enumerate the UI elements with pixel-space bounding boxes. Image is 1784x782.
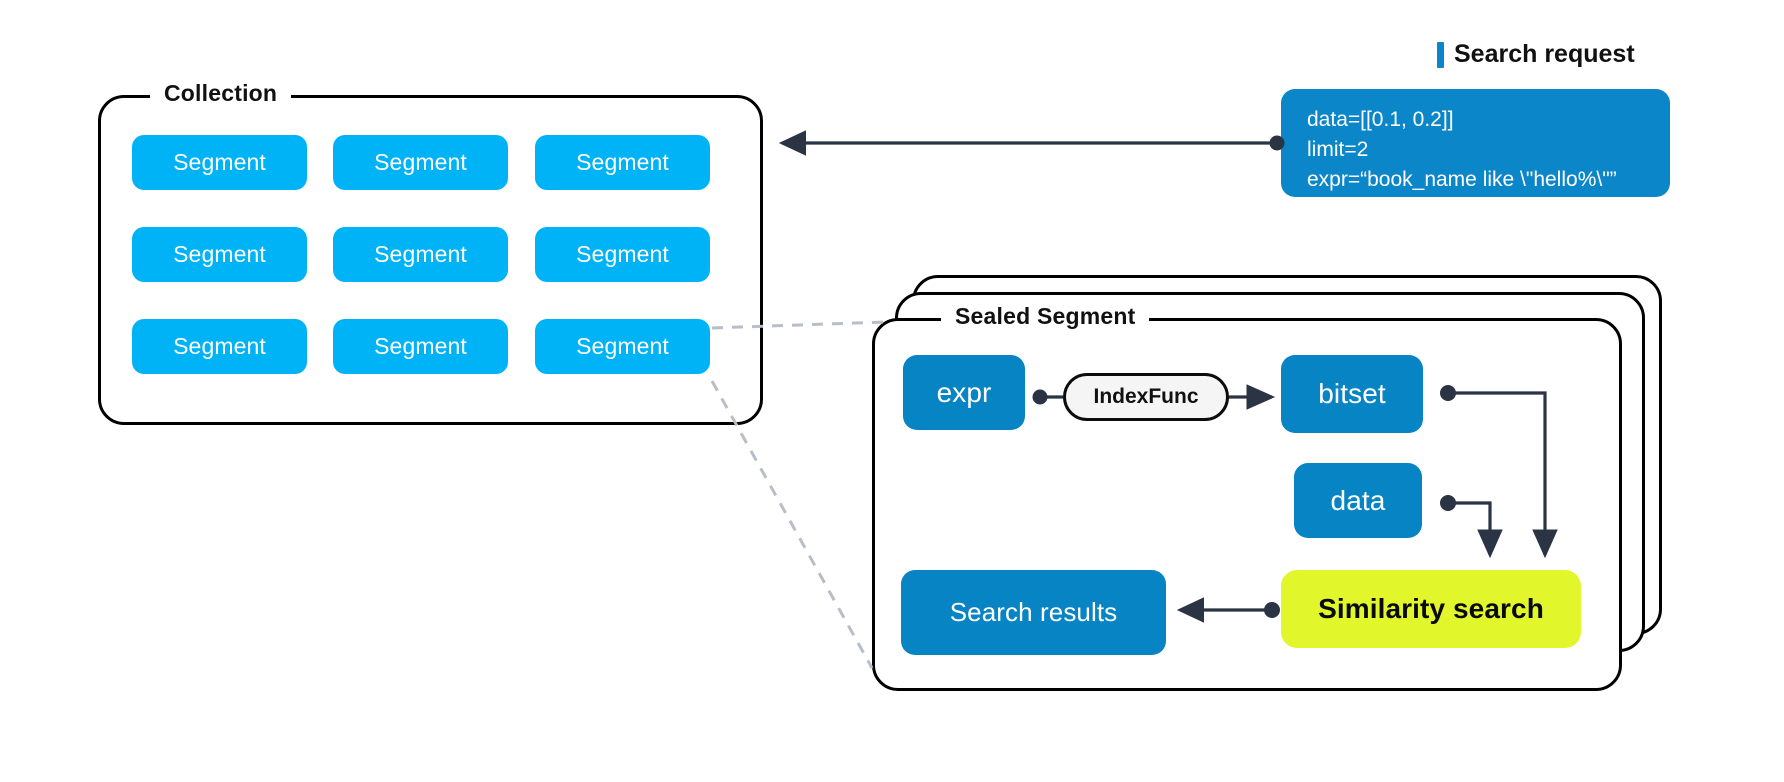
- segment-box[interactable]: Segment: [535, 135, 710, 190]
- sealed-segment-label: Sealed Segment: [941, 303, 1150, 330]
- segment-box[interactable]: Segment: [132, 227, 307, 282]
- data-node[interactable]: data: [1294, 463, 1422, 538]
- segment-box[interactable]: Segment: [333, 227, 508, 282]
- search-request-data-line: data=[[0.1, 0.2]]: [1307, 108, 1454, 131]
- collection-label: Collection: [150, 80, 292, 107]
- search-request-card: data=[[0.1, 0.2]] limit=2 expr=“book_nam…: [1281, 89, 1670, 197]
- segment-box[interactable]: Segment: [333, 319, 508, 374]
- expr-node[interactable]: expr: [903, 355, 1025, 430]
- segment-box[interactable]: Segment: [132, 319, 307, 374]
- search-request-expr-line: expr=“book_name like \"hello%\"”: [1307, 167, 1617, 191]
- accent-bar-icon: [1437, 41, 1444, 68]
- segment-box[interactable]: Segment: [535, 319, 710, 374]
- segment-box[interactable]: Segment: [535, 227, 710, 282]
- search-results-node[interactable]: Search results: [901, 570, 1166, 655]
- segment-box[interactable]: Segment: [132, 135, 307, 190]
- search-request-title-text: Search request: [1454, 40, 1635, 68]
- search-request-limit-line: limit=2: [1307, 137, 1369, 161]
- request-to-collection-arrow: [778, 130, 1285, 156]
- search-request-title: Search request: [1437, 40, 1635, 69]
- bitset-node[interactable]: bitset: [1281, 355, 1423, 433]
- diagram-canvas: Collection Segment Segment Segment Segme…: [0, 0, 1784, 782]
- similarity-search-node[interactable]: Similarity search: [1281, 570, 1581, 648]
- segment-box[interactable]: Segment: [333, 135, 508, 190]
- index-func-node[interactable]: IndexFunc: [1063, 373, 1229, 421]
